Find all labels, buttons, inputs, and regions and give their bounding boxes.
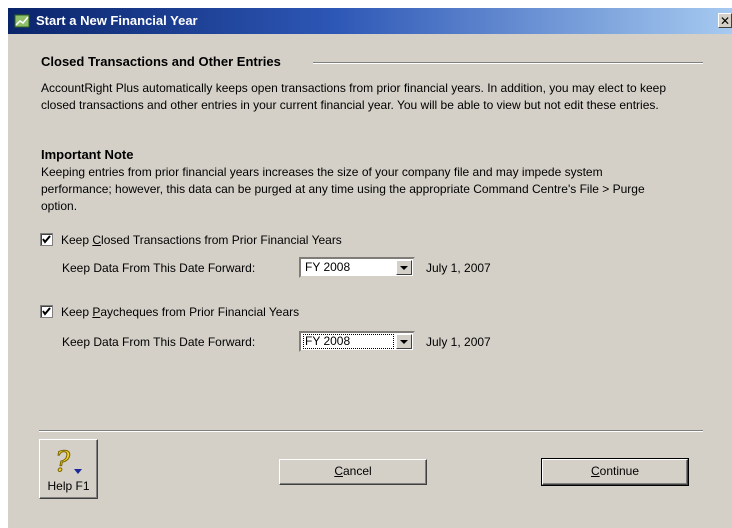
footer-divider (39, 430, 703, 432)
button-label: ancel (342, 464, 372, 478)
select-value: FY 2008 (305, 260, 351, 274)
note-heading: Important Note (41, 147, 134, 162)
intro-text: AccountRight Plus automatically keeps op… (41, 81, 666, 112)
button-mnemonic: C (590, 464, 600, 478)
label-part: Keep (61, 305, 93, 319)
question-mark-icon: ? (55, 447, 82, 477)
heading-divider (313, 62, 703, 64)
chevron-down-icon (400, 340, 408, 344)
keep-paycheques-label[interactable]: Keep Paycheques from Prior Financial Yea… (61, 305, 299, 319)
closed-transactions-year-select[interactable]: FY 2008 (299, 257, 415, 278)
app-icon (14, 14, 30, 28)
help-label: Help F1 (47, 479, 90, 493)
checkmark-icon (42, 235, 51, 244)
keep-closed-transactions-label[interactable]: Keep Closed Transactions from Prior Fina… (61, 233, 342, 247)
keep-closed-transactions-checkbox[interactable] (40, 233, 53, 246)
dialog-body: Closed Transactions and Other Entries Ac… (8, 34, 732, 528)
cancel-button[interactable]: Cancel (279, 459, 427, 485)
section-heading: Closed Transactions and Other Entries (41, 54, 281, 69)
date-value: July 1, 2007 (426, 261, 491, 275)
checkmark-icon (42, 307, 51, 316)
paycheques-year-select[interactable]: FY 2008 (299, 331, 415, 352)
dropdown-arrow-button[interactable] (396, 260, 412, 275)
label-mnemonic: C (92, 233, 102, 247)
continue-button[interactable]: Continue (541, 458, 689, 486)
help-button[interactable]: ? Help F1 (39, 439, 98, 499)
label-part: Keep (61, 233, 93, 247)
select-value: FY 2008 (303, 334, 394, 349)
date-label: Keep Data From This Date Forward: (62, 335, 256, 349)
dropdown-arrow-button[interactable] (396, 334, 412, 349)
date-value: July 1, 2007 (426, 335, 491, 349)
note-text: Keeping entries from prior financial yea… (41, 165, 645, 213)
close-button[interactable]: ✕ (718, 13, 732, 28)
button-label: ontinue (599, 464, 640, 478)
label-part: losed Transactions from Prior Financial … (101, 233, 342, 247)
title-bar: Start a New Financial Year ✕ (8, 8, 732, 34)
keep-paycheques-checkbox[interactable] (40, 305, 53, 318)
label-part: aycheques from Prior Financial Years (100, 305, 300, 319)
button-mnemonic: C (334, 464, 343, 478)
window-title: Start a New Financial Year (36, 13, 198, 28)
chevron-down-icon (400, 266, 408, 270)
svg-text:?: ? (55, 447, 71, 477)
date-label: Keep Data From This Date Forward: (62, 261, 256, 275)
close-icon: ✕ (719, 14, 731, 28)
